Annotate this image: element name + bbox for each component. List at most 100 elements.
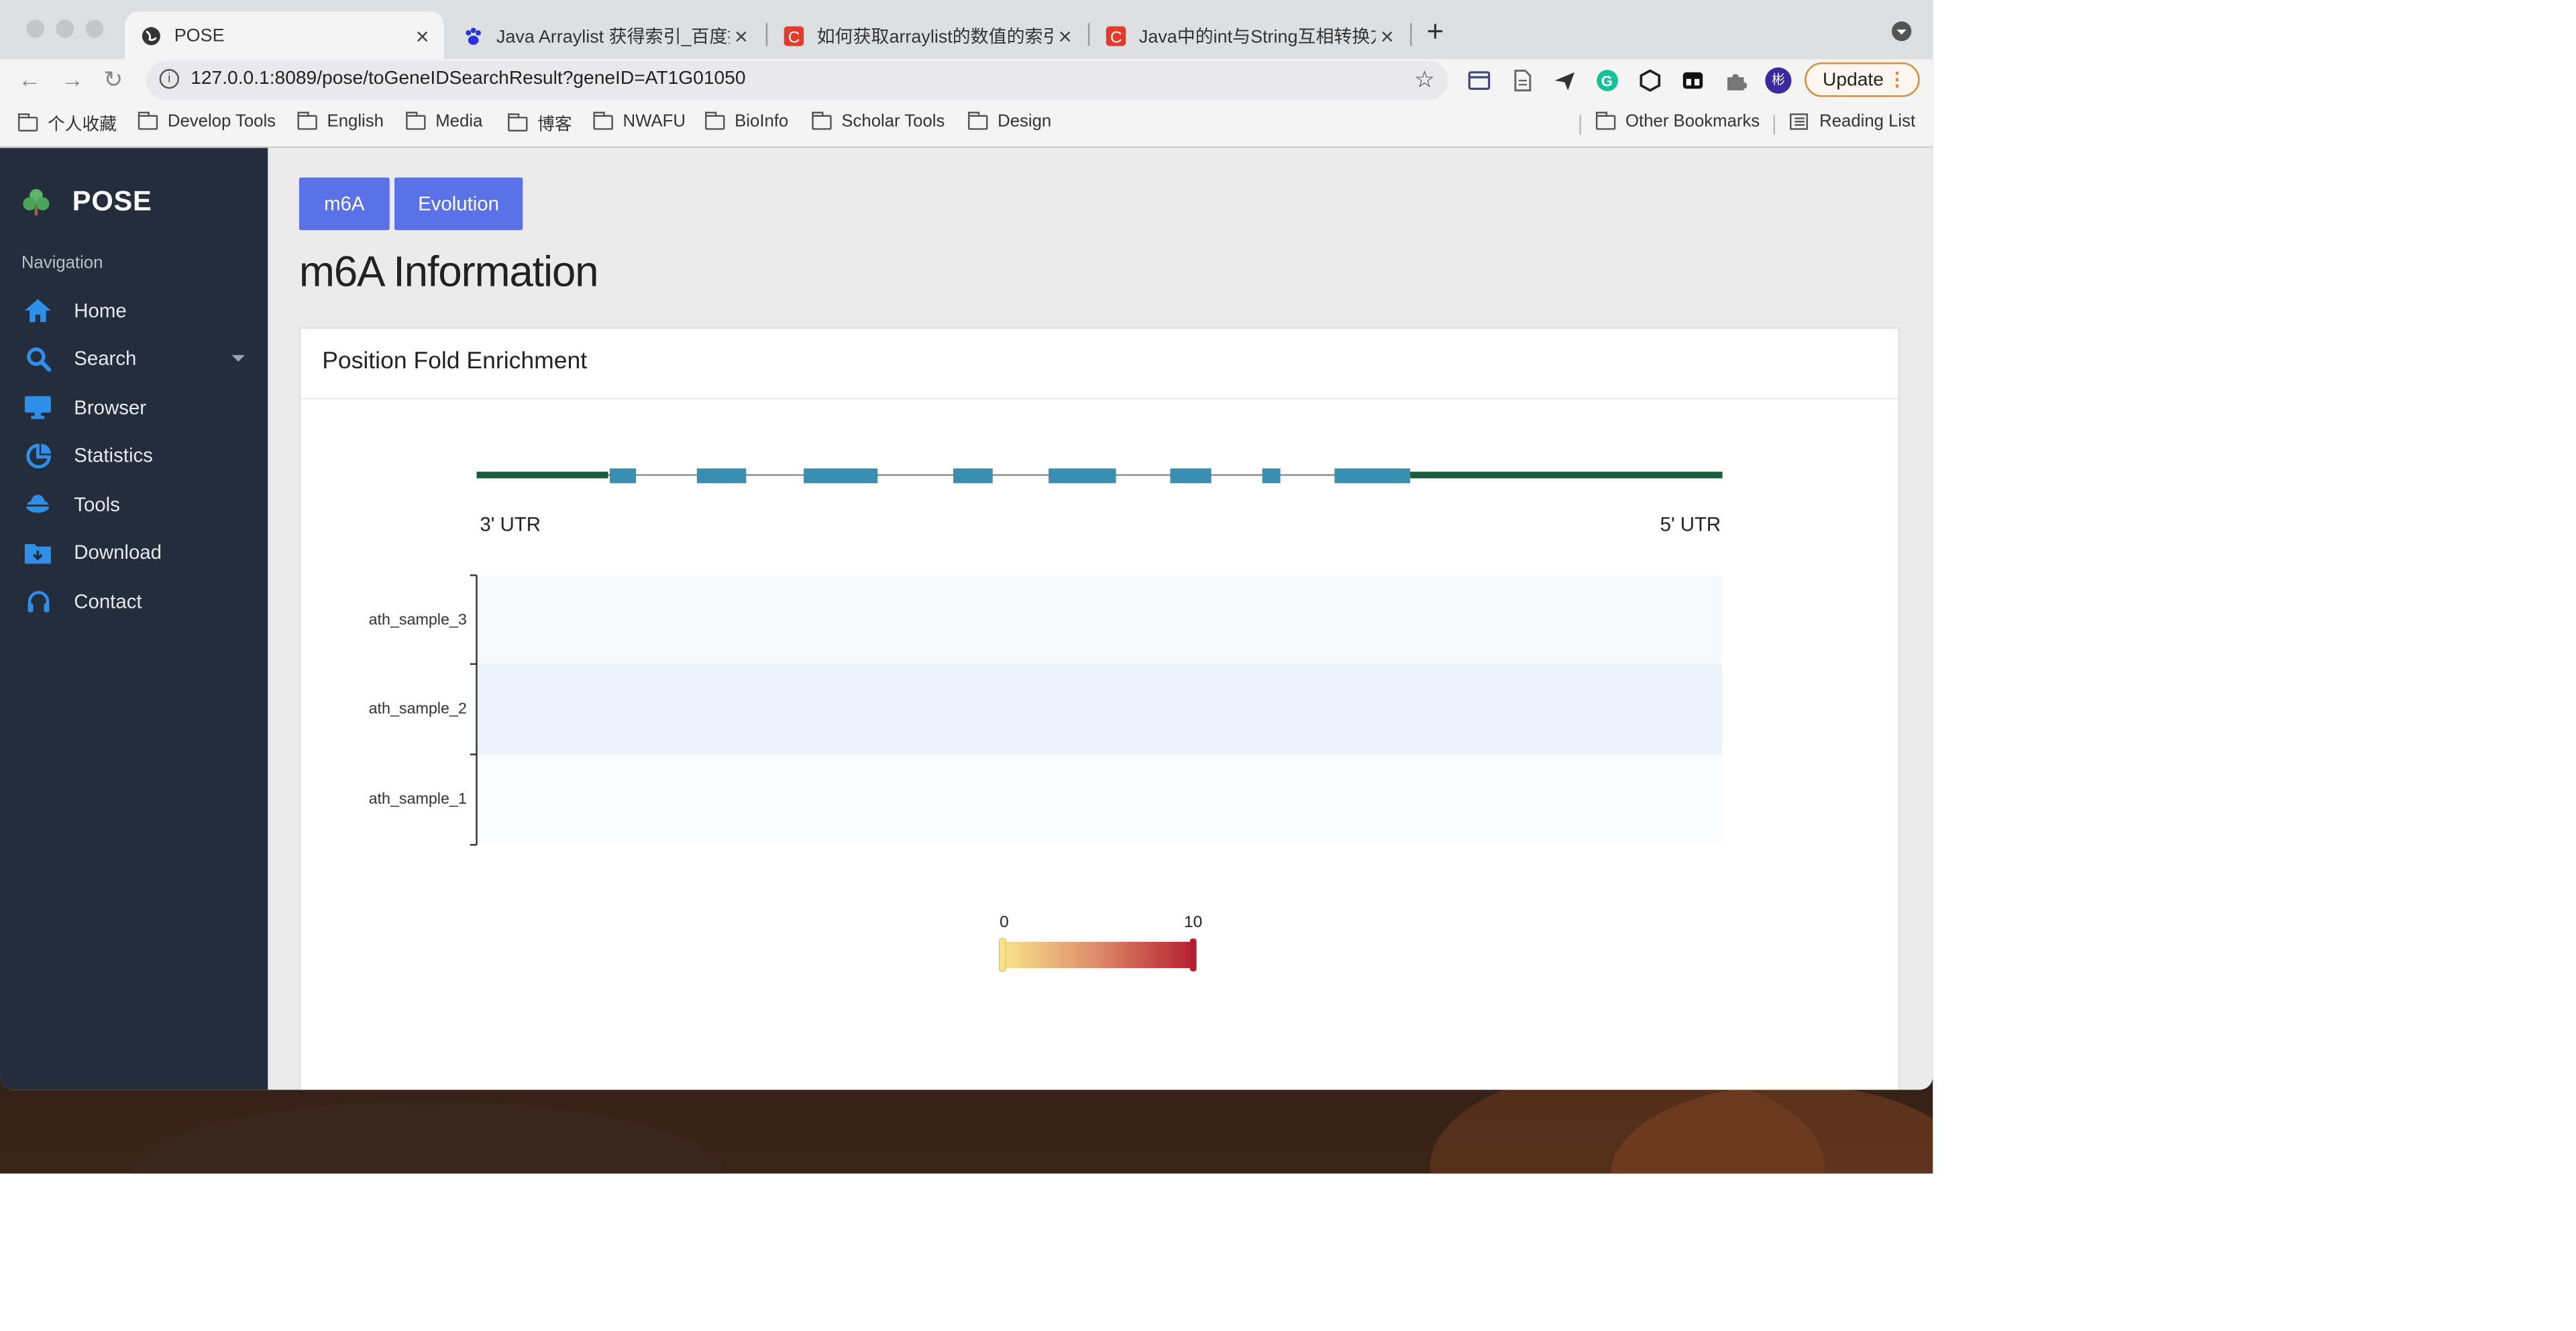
- brand[interactable]: POSE: [21, 186, 152, 219]
- folder-icon: [968, 111, 988, 129]
- window-minimize-button[interactable]: [56, 19, 74, 38]
- tab-pose[interactable]: POSE ×: [125, 11, 444, 60]
- folder-icon: [705, 111, 725, 129]
- folder-icon: [17, 113, 38, 131]
- folder-icon: [138, 111, 158, 129]
- bookmark-folder[interactable]: Develop Tools: [138, 111, 276, 131]
- site-info-icon[interactable]: i: [159, 68, 180, 89]
- heatmap-row: [476, 663, 1723, 755]
- download-icon: [24, 539, 51, 566]
- scale-min-label: 0: [1000, 913, 1009, 931]
- tab-close-icon[interactable]: ×: [730, 22, 753, 48]
- tab-close-icon[interactable]: ×: [1053, 22, 1076, 48]
- address-bar[interactable]: i 127.0.0.1:8089/pose/toGeneIDSearchResu…: [146, 60, 1448, 101]
- color-scale-bar: [1002, 941, 1193, 969]
- sidebar-item-tools[interactable]: Tools: [0, 482, 268, 528]
- document-extension-icon[interactable]: [1511, 69, 1534, 92]
- sidebar-item-browser[interactable]: Browser: [0, 384, 268, 431]
- m6a-button[interactable]: m6A: [299, 177, 390, 230]
- page-title: m6A Information: [299, 246, 599, 297]
- exon: [696, 468, 747, 484]
- board-extension-icon[interactable]: [1681, 69, 1704, 92]
- hexagon-extension-icon[interactable]: [1639, 69, 1662, 92]
- tab-csdn-1[interactable]: C 如何获取arraylist的数值的索引号 ×: [767, 11, 1086, 59]
- bookmark-folder[interactable]: NWAFU: [593, 111, 686, 131]
- sidebar-item-label: Browser: [74, 396, 147, 419]
- window-zoom-button[interactable]: [85, 19, 104, 38]
- exon: [1334, 468, 1411, 484]
- globe-icon: [142, 25, 161, 45]
- folder-icon: [406, 111, 426, 129]
- tab-title: POSE: [174, 25, 225, 46]
- utr-segment: [476, 472, 608, 478]
- tab-close-icon[interactable]: ×: [411, 22, 434, 48]
- heatmap-row: [476, 575, 1723, 664]
- monitor-icon: [24, 394, 51, 421]
- sidebar-item-label: Home: [74, 299, 127, 323]
- back-arrow-icon[interactable]: ←: [18, 66, 41, 92]
- tab-search-icon[interactable]: [1891, 21, 1912, 42]
- csdn-c-icon: C: [784, 25, 804, 46]
- y-tick-label: ath_sample_2: [369, 699, 467, 716]
- folder-icon: [297, 111, 317, 129]
- reading-list-icon: [1790, 113, 1809, 130]
- heatmap-row: [476, 754, 1723, 843]
- bookmark-folder[interactable]: Media: [406, 111, 482, 131]
- scale-min-handle[interactable]: [998, 938, 1007, 972]
- sidebar-item-download[interactable]: Download: [0, 529, 268, 576]
- sidebar-item-label: Statistics: [74, 443, 153, 467]
- bookmark-folder[interactable]: English: [297, 111, 384, 131]
- bookmark-folder[interactable]: Scholar Tools: [812, 111, 945, 131]
- sidebar-item-label: Contact: [74, 590, 142, 613]
- exon: [953, 468, 993, 484]
- headset-icon: [25, 588, 51, 615]
- extensions-puzzle-icon[interactable]: [1724, 69, 1748, 92]
- enrichment-panel: Position Fold Enrichment 3' UTR 5' UTR a…: [299, 327, 1900, 1090]
- window-close-button[interactable]: [26, 19, 45, 38]
- send-extension-icon[interactable]: [1553, 69, 1576, 92]
- browser-window: POSE × Java Arraylist 获得索引_百度搜索 × C 如何获取…: [0, 0, 1933, 1090]
- panel-title: Position Fold Enrichment: [322, 348, 588, 375]
- tools-icon: [25, 492, 51, 518]
- profile-avatar[interactable]: 彬: [1765, 67, 1792, 94]
- reading-list-button[interactable]: Reading List: [1790, 112, 1915, 131]
- exon: [804, 468, 878, 484]
- baidu-paw-icon: [464, 25, 483, 45]
- sidebar: POSE Navigation Home Search Browser Stat…: [0, 148, 268, 1090]
- left-utr-label: 3' UTR: [480, 513, 541, 535]
- bookmark-folder[interactable]: BioInfo: [705, 111, 788, 131]
- tab-title: Java Arraylist 获得索引_百度搜索: [496, 27, 730, 47]
- main-content: m6A Evolution m6A Information Position F…: [268, 148, 1933, 1090]
- home-icon: [24, 297, 51, 323]
- bookmark-folder[interactable]: 博客: [508, 112, 572, 137]
- tab-baidu[interactable]: Java Arraylist 获得索引_百度搜索 ×: [447, 11, 762, 59]
- sidebar-item-label: Download: [74, 541, 162, 564]
- sidebar-item-statistics[interactable]: Statistics: [0, 432, 268, 478]
- reload-icon[interactable]: ↻: [103, 66, 123, 94]
- tab-list-extension-icon[interactable]: [1468, 69, 1491, 92]
- new-tab-icon[interactable]: +: [1427, 15, 1444, 49]
- sidebar-item-home[interactable]: Home: [0, 288, 268, 334]
- forward-arrow-icon[interactable]: →: [61, 66, 84, 92]
- evolution-button[interactable]: Evolution: [394, 177, 523, 230]
- sidebar-item-contact[interactable]: Contact: [0, 578, 268, 625]
- csdn-c-icon: C: [1106, 25, 1126, 46]
- scale-max-handle[interactable]: [1189, 938, 1197, 971]
- bookmark-star-icon[interactable]: ☆: [1414, 66, 1435, 94]
- search-icon: [25, 345, 51, 372]
- grammarly-icon[interactable]: G: [1596, 69, 1619, 92]
- tab-close-icon[interactable]: ×: [1376, 22, 1399, 48]
- tab-strip: POSE × Java Arraylist 获得索引_百度搜索 × C 如何获取…: [0, 0, 1933, 60]
- exon: [1170, 468, 1212, 484]
- sidebar-item-search[interactable]: Search: [0, 335, 268, 382]
- other-bookmarks-folder[interactable]: Other Bookmarks: [1595, 111, 1760, 131]
- nav-heading: Navigation: [21, 253, 103, 273]
- svg-text:G: G: [1601, 73, 1613, 90]
- scale-max-label: 10: [1184, 913, 1202, 931]
- exon: [1262, 468, 1281, 484]
- bookmark-folder[interactable]: Design: [968, 111, 1051, 131]
- bookmark-folder[interactable]: 个人收藏: [17, 112, 117, 137]
- update-button[interactable]: Update ⋮: [1805, 62, 1920, 97]
- pie-chart-icon: [25, 442, 51, 468]
- tab-csdn-2[interactable]: C Java中的int与String互相转换方式 ×: [1089, 11, 1408, 59]
